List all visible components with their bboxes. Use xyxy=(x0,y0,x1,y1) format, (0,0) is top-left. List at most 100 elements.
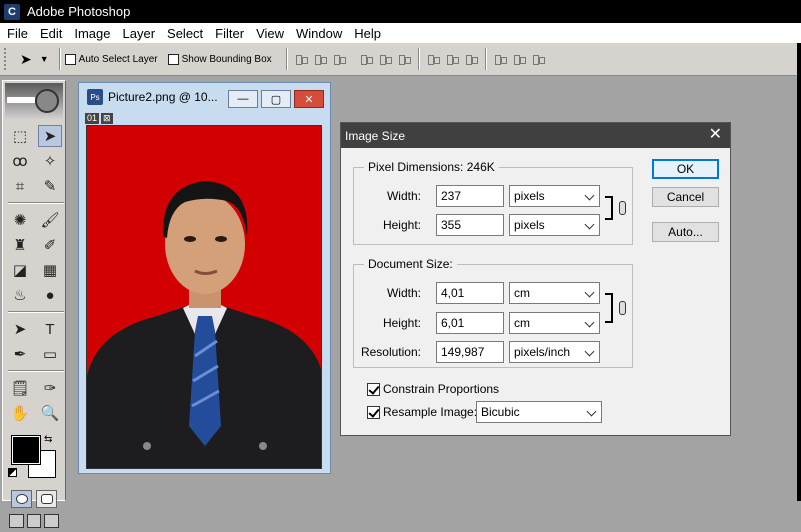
hand-tool-icon[interactable]: ✋ xyxy=(8,402,32,424)
align-bottom-icon[interactable] xyxy=(333,52,346,66)
menu-filter[interactable]: Filter xyxy=(210,26,249,41)
lasso-tool-icon[interactable]: ꝏ xyxy=(8,150,32,172)
default-colors-icon[interactable] xyxy=(8,468,17,477)
marquee-tool-icon[interactable]: ⬚ xyxy=(8,125,32,147)
image-canvas[interactable] xyxy=(86,125,322,469)
eraser-tool-icon[interactable]: ◪ xyxy=(8,259,32,281)
magic-wand-tool-icon[interactable]: ✧ xyxy=(38,150,62,172)
brush-tool-icon[interactable]: 🖌 xyxy=(38,209,62,231)
checkbox-box[interactable] xyxy=(167,53,179,65)
distribute-left-icon[interactable] xyxy=(494,52,507,66)
close-button[interactable]: ✕ xyxy=(294,90,324,108)
align-vcenter-icon[interactable] xyxy=(314,52,327,66)
quick-mask-button[interactable] xyxy=(36,490,57,508)
standard-mode-button[interactable] xyxy=(11,490,32,508)
pixel-height-unit-select[interactable]: pixels xyxy=(509,214,600,236)
options-grip[interactable] xyxy=(4,48,10,70)
align-left-icon[interactable] xyxy=(360,52,373,66)
pixel-width-unit-select[interactable]: pixels xyxy=(509,185,600,207)
menu-select[interactable]: Select xyxy=(162,26,208,41)
resample-method-select[interactable]: Bicubic xyxy=(476,401,602,423)
checkbox-box[interactable] xyxy=(367,405,380,419)
swap-colors-icon[interactable]: ⇆ xyxy=(44,434,52,445)
shape-tool-icon[interactable]: ▭ xyxy=(38,343,62,365)
menu-layer[interactable]: Layer xyxy=(118,26,161,41)
align-top-icon[interactable] xyxy=(295,52,308,66)
menu-window[interactable]: Window xyxy=(291,26,347,41)
options-separator xyxy=(58,48,61,70)
resolution-unit-select[interactable]: pixels/inch xyxy=(509,341,600,363)
healing-brush-icon[interactable]: ✺ xyxy=(8,209,32,231)
pen-tool-icon[interactable]: ✒ xyxy=(8,343,32,365)
pixel-height-input[interactable] xyxy=(436,214,504,236)
toolbox: ⬚ ➤ ꝏ ✧ ⌗ ✎ ✺ 🖌 ♜ ✐ ◪ ▦ ♨ ● ➤ T ✒ ▭ 🗒 ✑ … xyxy=(2,80,66,528)
pixel-dimensions-size: 246K xyxy=(466,160,495,174)
doc-width-unit-select[interactable]: cm xyxy=(509,282,600,304)
doc-height-input[interactable] xyxy=(436,312,504,334)
dodge-tool-icon[interactable]: ● xyxy=(38,284,62,306)
distribute-top-icon[interactable] xyxy=(427,52,440,66)
constrain-proportions-checkbox[interactable]: Constrain Proportions xyxy=(367,382,499,396)
document-titlebar[interactable]: Ps Picture2.png @ 10... — ▢ ✕ xyxy=(79,83,330,111)
distribute-hcenter-icon[interactable] xyxy=(513,52,526,66)
ok-button[interactable]: OK xyxy=(652,159,719,179)
resolution-input[interactable] xyxy=(436,341,504,363)
show-bounding-box-checkbox[interactable]: Show Bounding Box xyxy=(167,53,272,65)
full-screen-button[interactable] xyxy=(44,514,60,528)
history-brush-icon[interactable]: ✐ xyxy=(38,234,62,256)
path-select-icon[interactable]: ➤ xyxy=(8,318,32,340)
minimize-button[interactable]: — xyxy=(228,90,258,108)
slice-tool-icon[interactable]: ✎ xyxy=(38,175,62,197)
menu-edit[interactable]: Edit xyxy=(35,26,67,41)
menu-view[interactable]: View xyxy=(251,26,289,41)
document-title: Picture2.png @ 10... xyxy=(108,90,218,104)
align-right-icon[interactable] xyxy=(398,52,411,66)
gradient-tool-icon[interactable]: ▦ xyxy=(38,259,62,281)
distribute-vcenter-icon[interactable] xyxy=(446,52,459,66)
toolbox-header[interactable] xyxy=(5,83,63,119)
checkbox-box[interactable] xyxy=(367,382,380,396)
doc-height-unit-select[interactable]: cm xyxy=(509,312,600,334)
zoom-tool-icon[interactable]: 🔍 xyxy=(38,402,62,424)
foreground-color-swatch[interactable] xyxy=(11,435,41,465)
clone-stamp-icon[interactable]: ♜ xyxy=(8,234,32,256)
portrait-image xyxy=(87,126,321,468)
auto-select-layer-label: Auto Select Layer xyxy=(78,53,158,65)
move-tool-icon[interactable]: ➤ xyxy=(38,125,62,147)
doc-width-unit: cm xyxy=(514,286,530,300)
distribute-bottom-icon[interactable] xyxy=(465,52,478,66)
distribute-horizontal-buttons xyxy=(491,52,548,66)
options-bar: ➤ ▼ Auto Select Layer Show Bounding Box xyxy=(0,43,801,76)
auto-button[interactable]: Auto... xyxy=(652,222,719,242)
cancel-button[interactable]: Cancel xyxy=(652,187,719,207)
resample-image-checkbox[interactable]: Resample Image: xyxy=(367,405,477,419)
tool-separator xyxy=(8,311,64,313)
blur-tool-icon[interactable]: ♨ xyxy=(8,284,32,306)
image-size-dialog: Image Size ✕ Pixel Dimensions: 246K Widt… xyxy=(340,122,731,436)
app-title: Adobe Photoshop xyxy=(27,4,131,19)
full-screen-menu-button[interactable] xyxy=(26,514,42,528)
dialog-titlebar[interactable]: Image Size ✕ xyxy=(341,123,730,148)
tool-separator xyxy=(8,370,64,372)
align-hcenter-icon[interactable] xyxy=(379,52,392,66)
eyedropper-tool-icon[interactable]: ✑ xyxy=(38,377,62,399)
menu-bar: File Edit Image Layer Select Filter View… xyxy=(0,23,801,43)
move-tool-preset[interactable]: ➤ ▼ xyxy=(20,51,49,68)
standard-mode-icon xyxy=(15,494,28,504)
doc-width-input[interactable] xyxy=(436,282,504,304)
menu-file[interactable]: File xyxy=(2,26,33,41)
options-separator xyxy=(484,48,487,70)
notes-tool-icon[interactable]: 🗒 xyxy=(8,377,32,399)
maximize-button[interactable]: ▢ xyxy=(261,90,291,108)
pixel-width-input[interactable] xyxy=(436,185,504,207)
type-tool-icon[interactable]: T xyxy=(38,318,62,340)
menu-image[interactable]: Image xyxy=(69,26,115,41)
standard-screen-button[interactable] xyxy=(9,514,24,528)
close-icon[interactable]: ✕ xyxy=(709,127,722,143)
options-bar-edge xyxy=(797,43,801,76)
distribute-right-icon[interactable] xyxy=(532,52,545,66)
crop-tool-icon[interactable]: ⌗ xyxy=(8,175,32,197)
menu-help[interactable]: Help xyxy=(349,26,386,41)
auto-select-layer-checkbox[interactable]: Auto Select Layer xyxy=(64,53,158,65)
checkbox-box[interactable] xyxy=(64,53,76,65)
